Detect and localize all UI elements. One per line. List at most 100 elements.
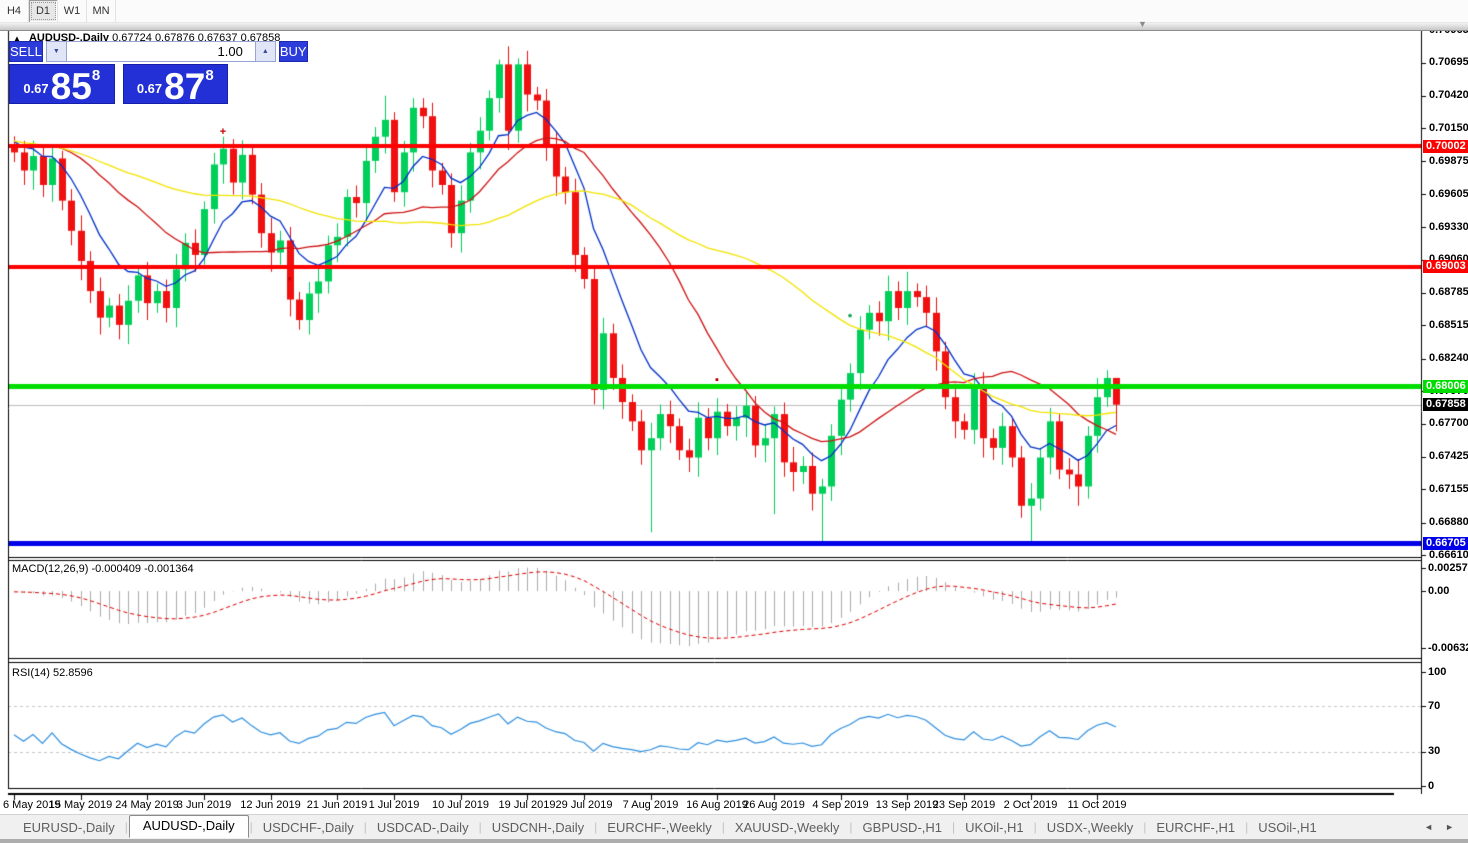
tab-separator: | [1245, 820, 1249, 834]
price-axis-label: 0.69605 [1429, 187, 1468, 200]
tab-usdx-weekly[interactable]: USDX-,Weekly [1038, 817, 1142, 838]
buy-price-prefix: 0.67 [136, 81, 163, 96]
price-axis-label: 0.66880 [1429, 516, 1468, 529]
chart-shift-marker-icon: ▼ [1138, 19, 1147, 29]
trade-marker: * [847, 311, 853, 324]
macd-indicator-label: MACD(12,26,9) -0.000409 -0.001364 [12, 563, 194, 575]
tab-gbpusd-h1[interactable]: GBPUSD-,H1 [854, 817, 951, 838]
tab-separator: | [849, 820, 853, 834]
tab-separator: | [594, 820, 598, 834]
tab-xauusd-weekly[interactable]: XAUUSD-,Weekly [726, 817, 849, 838]
time-axis-label: 7 Aug 2019 [622, 799, 679, 811]
current-price-badge: 0.67858 [1423, 398, 1468, 412]
price-axis-label: 0.68240 [1429, 352, 1468, 365]
chevron-up-icon: ▲ [261, 48, 269, 55]
time-axis-label: 26 Aug 2019 [743, 799, 805, 811]
tab-separator: | [249, 820, 253, 834]
price-axis-label: 0.69330 [1429, 220, 1468, 233]
sell-price-pipette: 8 [91, 67, 101, 84]
tab-separator: | [721, 820, 725, 834]
time-axis-label: 19 Jul 2019 [498, 799, 556, 811]
rsi-indicator-label: RSI(14) 52.8596 [12, 667, 93, 679]
tab-usdcnh-daily[interactable]: USDCNH-,Daily [483, 817, 593, 838]
time-axis-label: 24 May 2019 [115, 799, 179, 811]
tab-ukoil-h1[interactable]: UKOil-,H1 [956, 817, 1033, 838]
time-axis-label: 15 May 2019 [48, 799, 113, 811]
time-axis-label: 12 Jun 2019 [240, 799, 301, 811]
rsi-axis-label: 100 [1428, 665, 1447, 678]
volume-input[interactable] [66, 41, 255, 62]
sell-button[interactable]: SELL [9, 41, 43, 62]
time-axis-label: 3 Jun 2019 [176, 799, 232, 811]
time-axis-label: 2 Oct 2019 [1003, 799, 1058, 811]
tab-separator: | [1033, 820, 1037, 834]
status-strip [0, 839, 1468, 843]
one-click-trading-panel: SELL ▼ ▲ BUY 0.67 85 8 0.67 87 8 [9, 41, 308, 107]
buy-button[interactable]: BUY [278, 41, 308, 62]
buy-price-big: 87 [164, 65, 206, 107]
rsi-axis-label: 70 [1428, 699, 1441, 712]
timeframe-button-w1[interactable]: W1 [58, 0, 87, 22]
trade-marker: + [219, 125, 227, 138]
timeframe-button-h4[interactable]: H4 [0, 0, 29, 22]
price-level-badge: 0.68006 [1423, 380, 1468, 394]
time-axis-label: 10 Jul 2019 [432, 799, 489, 811]
tab-usdcad-daily[interactable]: USDCAD-,Daily [368, 817, 478, 838]
timeframe-toolbar: H4 D1 W1 MN [0, 0, 1468, 23]
price-level-badge: 0.66705 [1423, 537, 1468, 551]
time-axis-label: 21 Jun 2019 [306, 799, 368, 811]
chart-tab-bar: EURUSD-,Daily | AUDUSD-,Daily | USDCHF-,Dail… [0, 814, 1468, 839]
macd-axis-label: 0.00 [1428, 584, 1450, 597]
tab-separator: | [363, 820, 367, 834]
tab-audusd-daily[interactable]: AUDUSD-,Daily [128, 815, 249, 838]
rsi-axis-label: 0 [1428, 779, 1435, 792]
chart-canvas[interactable] [0, 0, 1468, 814]
tab-eurchf-weekly[interactable]: EURCHF-,Weekly [598, 817, 721, 838]
price-axis-label: 0.67425 [1429, 450, 1468, 463]
volume-decrease-button[interactable]: ▼ [45, 41, 67, 62]
tab-usoil-h1[interactable]: USOil-,H1 [1249, 817, 1326, 838]
price-axis-label: 0.67700 [1429, 417, 1468, 430]
time-axis-label: 13 Sep 2019 [875, 799, 939, 811]
time-axis-label: 11 Oct 2019 [1067, 799, 1127, 811]
price-axis-label: 0.68515 [1429, 318, 1468, 331]
tab-scroll-controls: ◄ ► [1410, 822, 1468, 832]
tab-separator: | [952, 820, 956, 834]
price-axis-label: 0.70420 [1429, 89, 1468, 102]
tab-eurusd-daily[interactable]: EURUSD-,Daily [14, 817, 124, 838]
tab-separator: | [1143, 820, 1147, 834]
price-axis-label: 0.67155 [1429, 482, 1468, 495]
time-axis-label: 16 Aug 2019 [686, 799, 748, 811]
timeframe-button-d1[interactable]: D1 [29, 0, 58, 22]
price-axis-label: 0.70695 [1429, 56, 1468, 69]
macd-axis-label: 0.002574 [1428, 561, 1468, 574]
timeframe-button-mn[interactable]: MN [87, 0, 116, 22]
volume-stepper: ▼ ▲ [45, 41, 276, 62]
window-splitter[interactable] [0, 23, 1468, 31]
time-axis-label: 1 Jul 2019 [368, 799, 420, 811]
price-axis-label: 0.66610 [1429, 548, 1468, 561]
price-axis-label: 0.70150 [1429, 121, 1468, 134]
time-axis-label: 29 Jul 2019 [555, 799, 613, 811]
chevron-down-icon: ▼ [52, 48, 60, 55]
time-axis-label: 4 Sep 2019 [812, 799, 869, 811]
tab-separator: | [124, 820, 128, 834]
trade-marker: * [287, 275, 292, 288]
buy-price-pipette: 8 [205, 67, 214, 84]
buy-price-button[interactable]: 0.67 87 8 [122, 64, 228, 107]
price-axis-label: 0.69875 [1429, 154, 1468, 167]
price-level-badge: 0.70002 [1423, 139, 1468, 153]
tabs-scroll-left-button[interactable]: ◄ [1424, 822, 1433, 832]
sell-price-button[interactable]: 0.67 85 8 [9, 64, 115, 107]
tab-usdchf-daily[interactable]: USDCHF-,Daily [254, 817, 363, 838]
time-axis-label: 23 Sep 2019 [932, 799, 996, 811]
tabs-scroll-right-button[interactable]: ► [1445, 822, 1454, 832]
sell-price-prefix: 0.67 [23, 81, 49, 96]
tab-separator: | [478, 820, 482, 834]
macd-axis-label: -0.006326 [1428, 641, 1468, 654]
volume-increase-button[interactable]: ▲ [254, 41, 276, 62]
sell-price-big: 85 [50, 65, 92, 107]
tab-eurchf-h1[interactable]: EURCHF-,H1 [1147, 817, 1244, 838]
price-level-badge: 0.69003 [1423, 260, 1468, 274]
price-axis-label: 0.68785 [1429, 286, 1468, 299]
